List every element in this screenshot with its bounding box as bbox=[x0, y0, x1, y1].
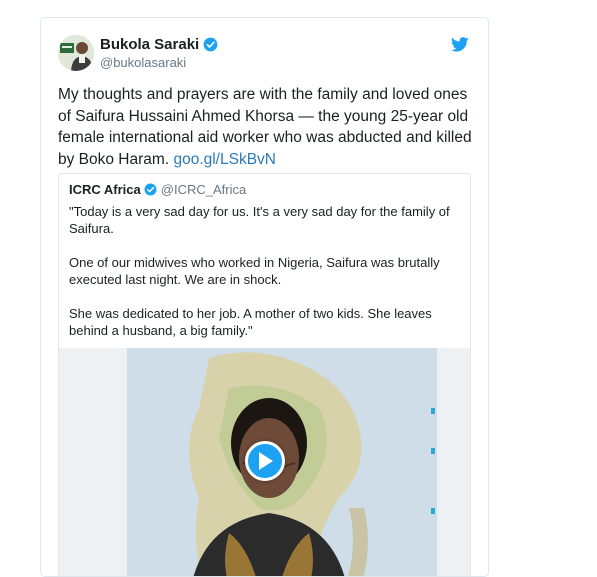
quoted-handle[interactable]: @ICRC_Africa bbox=[161, 182, 246, 197]
tweet-link[interactable]: goo.gl/LSkBvN bbox=[173, 151, 276, 168]
tweet-header: Bukola Saraki @bukolasaraki bbox=[58, 35, 471, 75]
play-button[interactable] bbox=[245, 441, 285, 481]
name-row: Bukola Saraki bbox=[100, 36, 218, 53]
play-icon bbox=[259, 452, 273, 470]
quoted-header: ICRC Africa @ICRC_Africa bbox=[69, 182, 246, 197]
verified-badge-icon bbox=[144, 183, 157, 196]
user-handle[interactable]: @bukolasaraki bbox=[100, 55, 186, 70]
embedded-tweet-card: Bukola Saraki @bukolasaraki My thoughts … bbox=[40, 17, 489, 577]
quoted-tweet[interactable]: ICRC Africa @ICRC_Africa "Today is a ver… bbox=[58, 173, 471, 576]
twitter-bird-icon[interactable] bbox=[451, 37, 469, 52]
tweet-text: My thoughts and prayers are with the fam… bbox=[58, 84, 478, 170]
video-thumbnail[interactable] bbox=[59, 348, 470, 576]
quoted-text: "Today is a very sad day for us. It's a … bbox=[69, 203, 459, 356]
verified-badge-icon bbox=[203, 37, 218, 52]
display-name[interactable]: Bukola Saraki bbox=[100, 36, 199, 53]
quoted-display-name[interactable]: ICRC Africa bbox=[69, 182, 141, 197]
avatar[interactable] bbox=[58, 35, 94, 71]
quoted-paragraph: "Today is a very sad day for us. It's a … bbox=[69, 204, 450, 236]
quoted-paragraph: One of our midwives who worked in Nigeri… bbox=[69, 255, 440, 287]
quoted-paragraph: She was dedicated to her job. A mother o… bbox=[69, 306, 432, 338]
